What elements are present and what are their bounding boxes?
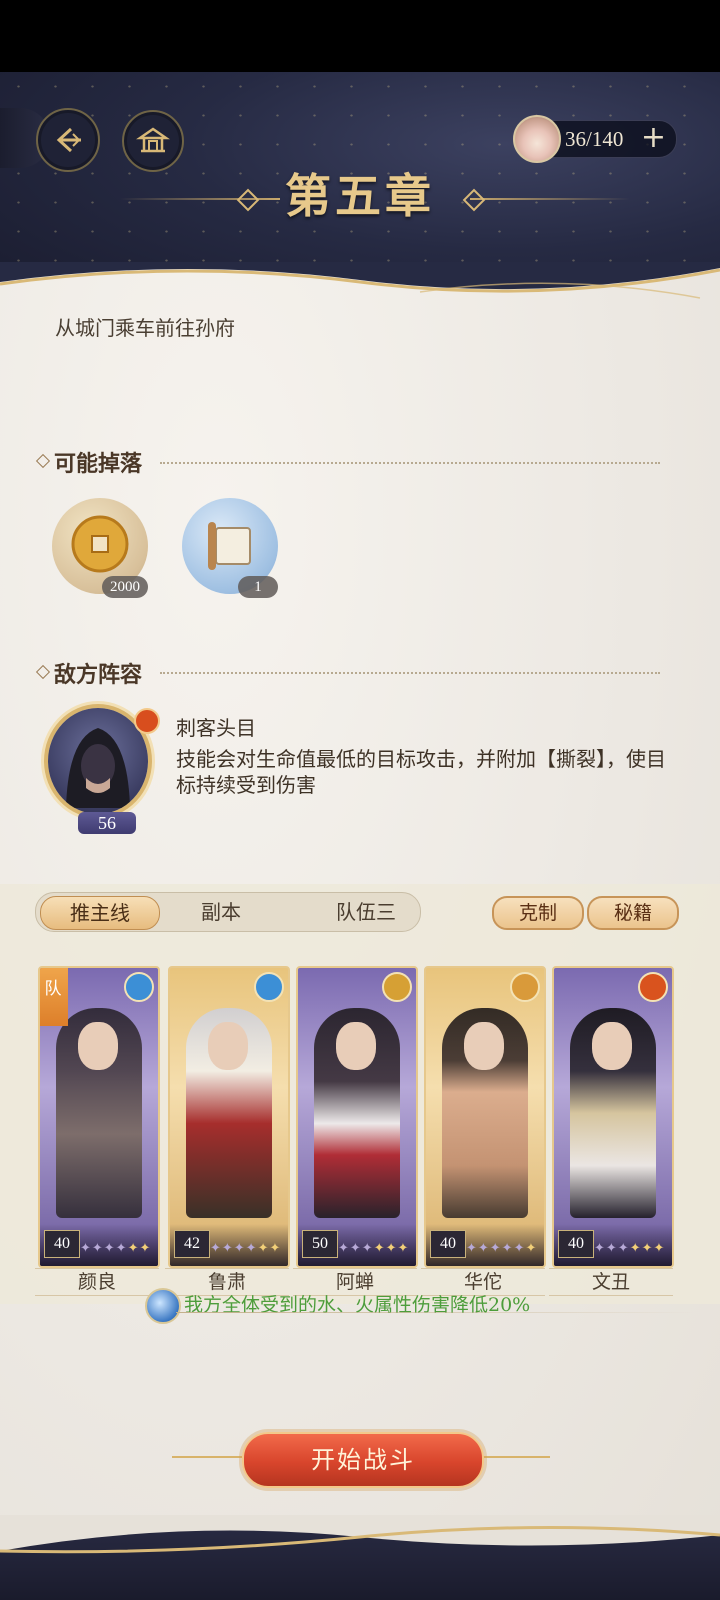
star-rating: ✦✦✦✦✦✦	[466, 1241, 538, 1256]
team-member-card[interactable]: 42 ✦✦✦✦✦✦	[168, 966, 290, 1268]
start-battle-button[interactable]: 开始战斗	[242, 1432, 484, 1488]
team-member-card[interactable]: 40 ✦✦✦✦✦✦	[552, 966, 674, 1268]
drop-count: 2000	[102, 576, 148, 598]
drops-section-title: 可能掉落	[40, 446, 142, 478]
back-arrow-icon	[56, 127, 81, 153]
water-element-icon	[254, 972, 284, 1002]
hero-name: 文丑	[549, 1268, 673, 1296]
bottom-frame	[0, 1515, 720, 1600]
secret-manual-button[interactable]: 秘籍	[587, 896, 679, 930]
enemy-name: 刺客头目	[176, 716, 256, 740]
enemy-portrait[interactable]	[48, 708, 148, 814]
stamina-counter: 36/140 +	[513, 115, 677, 163]
drop-count: 1	[238, 576, 278, 598]
hero-level: 50	[302, 1230, 338, 1258]
star-rating: ✦✦✦✦✦✦	[594, 1241, 666, 1256]
tab-dungeon[interactable]: 副本	[176, 893, 266, 931]
water-element-icon	[124, 972, 154, 1002]
fire-element-icon	[638, 972, 668, 1002]
team-tabs: 推主线 副本 队伍三	[35, 892, 421, 932]
earth-element-icon	[382, 972, 412, 1002]
leader-badge: 队	[40, 968, 68, 1026]
team-member-card[interactable]: 50 ✦✦✦✦✦✦	[296, 966, 418, 1268]
hero-level: 40	[44, 1230, 80, 1258]
counter-button[interactable]: 克制	[492, 896, 584, 930]
team-member-card[interactable]: 队 40 ✦✦✦✦✦✦	[38, 966, 160, 1268]
tab-main-story[interactable]: 推主线	[40, 896, 160, 930]
star-rating: ✦✦✦✦✦✦	[210, 1241, 282, 1256]
drop-item-coin[interactable]: 2000	[52, 498, 148, 598]
pavilion-icon	[136, 127, 170, 153]
star-rating: ✦✦✦✦✦✦	[338, 1241, 410, 1256]
divider	[160, 672, 660, 674]
stamina-bowl-icon	[513, 115, 561, 163]
hero-level: 40	[430, 1230, 466, 1258]
stage-description: 从城门乘车前往孙府	[55, 316, 235, 340]
status-bar	[0, 0, 720, 72]
game-screen: 36/140 + 第五章 从城门乘车前往孙府 可能掉落 2000 1 敌方阵容	[0, 0, 720, 1600]
buff-underline	[176, 1312, 696, 1313]
enemy-section-title: 敌方阵容	[40, 657, 142, 689]
button-ornament-right	[480, 1456, 550, 1458]
add-stamina-button[interactable]: +	[641, 121, 666, 155]
hero-level: 40	[558, 1230, 594, 1258]
bottom-wave	[0, 1515, 720, 1554]
drop-item-scroll[interactable]: 1	[182, 498, 278, 598]
stamina-value: 36/140	[565, 127, 624, 151]
moon-element-icon	[510, 972, 540, 1002]
button-ornament-left	[172, 1456, 242, 1458]
hero-level: 42	[174, 1230, 210, 1258]
team-member-card[interactable]: 40 ✦✦✦✦✦✦	[424, 966, 546, 1268]
enemy-skill-description: 技能会对生命值最低的目标攻击，并附加【撕裂】，使目标持续受到伤害	[176, 747, 666, 797]
divider	[160, 462, 660, 464]
star-rating: ✦✦✦✦✦✦	[80, 1241, 152, 1256]
hooded-assassin-avatar	[66, 728, 130, 808]
hero-name: 颜良	[35, 1268, 159, 1296]
enemy-level: 56	[78, 812, 136, 834]
fire-element-icon	[134, 708, 160, 734]
team-buff-icon[interactable]	[145, 1288, 181, 1324]
chapter-title: 第五章	[285, 169, 435, 223]
tab-team-three[interactable]: 队伍三	[306, 893, 426, 931]
